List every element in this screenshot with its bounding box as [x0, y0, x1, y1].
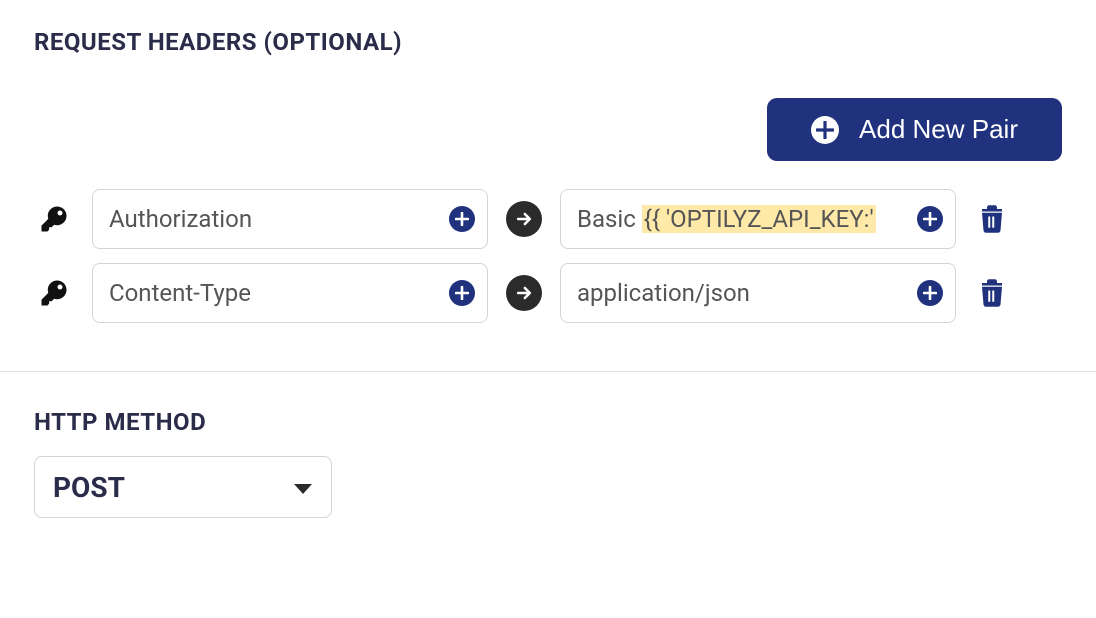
- http-method-selected-value: POST: [53, 471, 125, 504]
- header-value-input[interactable]: application/json: [560, 263, 956, 323]
- arrow-right-icon: [506, 275, 542, 311]
- header-value-prefix: application/json: [577, 279, 750, 307]
- header-value-prefix: Basic: [577, 205, 642, 233]
- insert-variable-button[interactable]: [449, 280, 475, 306]
- plus-circle-icon: [811, 116, 839, 144]
- request-headers-section: REQUEST HEADERS (OPTIONAL): [0, 0, 1096, 56]
- insert-variable-button[interactable]: [917, 280, 943, 306]
- key-icon: [34, 278, 74, 308]
- delete-pair-button[interactable]: [974, 202, 1010, 236]
- add-new-pair-container: Add New Pair: [0, 98, 1096, 161]
- delete-pair-button[interactable]: [974, 276, 1010, 310]
- header-key-input[interactable]: Authorization: [92, 189, 488, 249]
- insert-variable-button[interactable]: [449, 206, 475, 232]
- header-value-text: Basic {{ 'OPTILYZ_API_KEY:': [577, 205, 917, 233]
- http-method-title: HTTP METHOD: [34, 408, 1062, 436]
- header-value-highlight: {{ 'OPTILYZ_API_KEY:': [642, 205, 876, 233]
- header-value-input[interactable]: Basic {{ 'OPTILYZ_API_KEY:': [560, 189, 956, 249]
- add-new-pair-label: Add New Pair: [859, 114, 1018, 145]
- request-headers-title: REQUEST HEADERS (OPTIONAL): [34, 28, 1062, 56]
- header-pairs-list: Authorization Basic {{ 'OPTILYZ_API_KEY:…: [0, 189, 1096, 323]
- header-value-text: application/json: [577, 279, 917, 307]
- header-pair-row: Content-Type application/json: [34, 263, 1062, 323]
- http-method-section: HTTP METHOD POST: [0, 372, 1096, 518]
- header-key-text: Content-Type: [109, 279, 449, 307]
- arrow-right-icon: [506, 201, 542, 237]
- key-icon: [34, 204, 74, 234]
- header-pair-row: Authorization Basic {{ 'OPTILYZ_API_KEY:…: [34, 189, 1062, 249]
- chevron-down-icon: [293, 471, 313, 504]
- insert-variable-button[interactable]: [917, 206, 943, 232]
- add-new-pair-button[interactable]: Add New Pair: [767, 98, 1062, 161]
- header-key-text: Authorization: [109, 205, 449, 233]
- http-method-select[interactable]: POST: [34, 456, 332, 518]
- header-key-input[interactable]: Content-Type: [92, 263, 488, 323]
